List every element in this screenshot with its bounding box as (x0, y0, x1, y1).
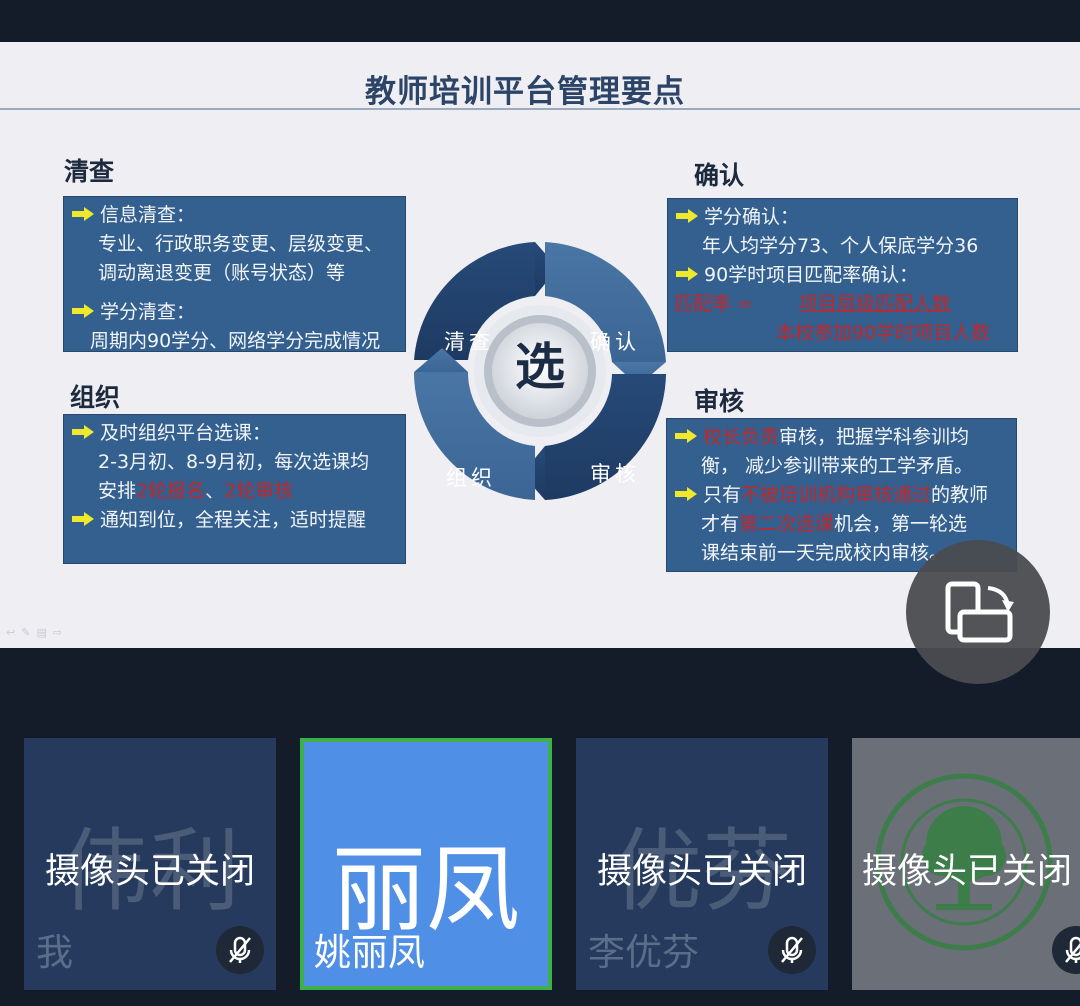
slide-title: 教师培训平台管理要点 (365, 74, 685, 110)
organize-item-1-line-1: 2-3月初、8-9月初，每次选课均 (98, 451, 370, 473)
organize-item-1: 及时组织平台选课： (72, 419, 399, 448)
review-line-3: 只有不被培训机构审核通过的教师 (675, 481, 1010, 510)
title-divider (0, 108, 1080, 110)
arrow-right-icon (72, 511, 94, 526)
confirm-item-1-line-1: 年人均学分73、个人保底学分36 (702, 235, 979, 257)
match-rate-formula: 匹配率 = 项目层级匹配人数 (674, 290, 1011, 319)
check-item-1: 信息清查： (72, 201, 399, 230)
confirm-box: 学分确认： 年人均学分73、个人保底学分36 90学时项目匹配率确认： 匹配率 … (667, 198, 1018, 352)
participant-tile-me[interactable]: 伟利 摄像头已关闭 我 (24, 738, 276, 990)
arrow-right-icon (72, 424, 94, 439)
arrow-right-icon (676, 266, 698, 281)
check-item-2-line-1: 周期内90学分、网络学分完成情况 (90, 330, 381, 352)
organize-item-1-line-2: 安排2轮报名、2轮审核 (98, 480, 294, 502)
check-box: 信息清查： 专业、行政职务变更、层级变更、 调动离退变更（账号状态）等 学分清查… (63, 196, 406, 352)
mic-muted-icon (768, 926, 816, 974)
arrow-right-icon (72, 206, 94, 221)
mic-muted-icon (1052, 926, 1080, 974)
pen-icon[interactable]: ✎ (21, 626, 36, 639)
rotate-screen-button[interactable] (906, 540, 1050, 684)
formula-denominator: 本校参加90学时项目人数 (776, 322, 991, 344)
rotate-icon (945, 581, 1014, 643)
section-heading-organize: 组织 (70, 383, 121, 412)
undo-icon[interactable]: ↩ (6, 626, 21, 639)
arrow-right-icon (72, 303, 94, 318)
participant-name: 姚丽凤 (314, 931, 425, 974)
arrow-right-icon (676, 208, 698, 223)
organize-box: 及时组织平台选课： 2-3月初、8-9月初，每次选课均 安排2轮报名、2轮审核 … (63, 414, 406, 564)
section-heading-check: 清查 (64, 157, 115, 186)
slide-toolbar: ↩✎▤⇨ (6, 626, 68, 639)
check-item-1-line-2: 调动离退变更（账号状态）等 (98, 262, 346, 284)
participant-tile[interactable]: 优芬 摄像头已关闭 李优芬 (576, 738, 828, 990)
cycle-label-check: 清查 (444, 330, 494, 354)
organize-item-2: 通知到位，全程关注，适时提醒 (72, 506, 399, 535)
confirm-item-2: 90学时项目匹配率确认： (676, 261, 1011, 290)
next-icon[interactable]: ⇨ (53, 626, 68, 639)
participant-name: 李优芬 (588, 931, 699, 974)
camera-off-status: 摄像头已关闭 (596, 852, 807, 892)
camera-off-status: 摄像头已关闭 (44, 852, 255, 892)
participant-tile-active-speaker[interactable]: 丽凤 姚丽凤 (300, 738, 552, 990)
cycle-label-confirm: 确认 (590, 330, 640, 354)
cycle-label-organize: 组织 (446, 466, 496, 490)
section-heading-review: 审核 (694, 387, 745, 416)
participant-tile-school[interactable]: 摄像头已关闭 (852, 738, 1080, 990)
cycle-label-review: 审核 (590, 462, 640, 486)
check-item-1-line-1: 专业、行政职务变更、层级变更、 (98, 233, 384, 255)
check-item-2: 学分清查： (72, 298, 399, 327)
review-line-4: 才有第二次选课机会，第一轮选 (701, 513, 968, 535)
participant-name: 我 (36, 931, 73, 974)
arrow-right-icon (675, 486, 697, 501)
review-line-1: 校长负责审核，把握学科参训均 (675, 423, 1010, 452)
cycle-center-label: 选 (515, 338, 565, 396)
review-line-2: 衡， 减少参训带来的工学矛盾。 (701, 455, 974, 477)
confirm-item-1: 学分确认： (676, 203, 1011, 232)
camera-off-status: 摄像头已关闭 (862, 852, 1073, 892)
formula-label: 匹配率 = (674, 293, 753, 315)
section-heading-confirm: 确认 (694, 161, 745, 190)
arrow-right-icon (675, 428, 697, 443)
menu-icon[interactable]: ▤ (36, 626, 52, 639)
formula-numerator: 项目层级匹配人数 (799, 293, 952, 315)
mic-muted-icon (216, 926, 264, 974)
cycle-diagram: 清查 确认 组织 审核 选 (410, 240, 670, 502)
top-bar (0, 0, 1080, 42)
